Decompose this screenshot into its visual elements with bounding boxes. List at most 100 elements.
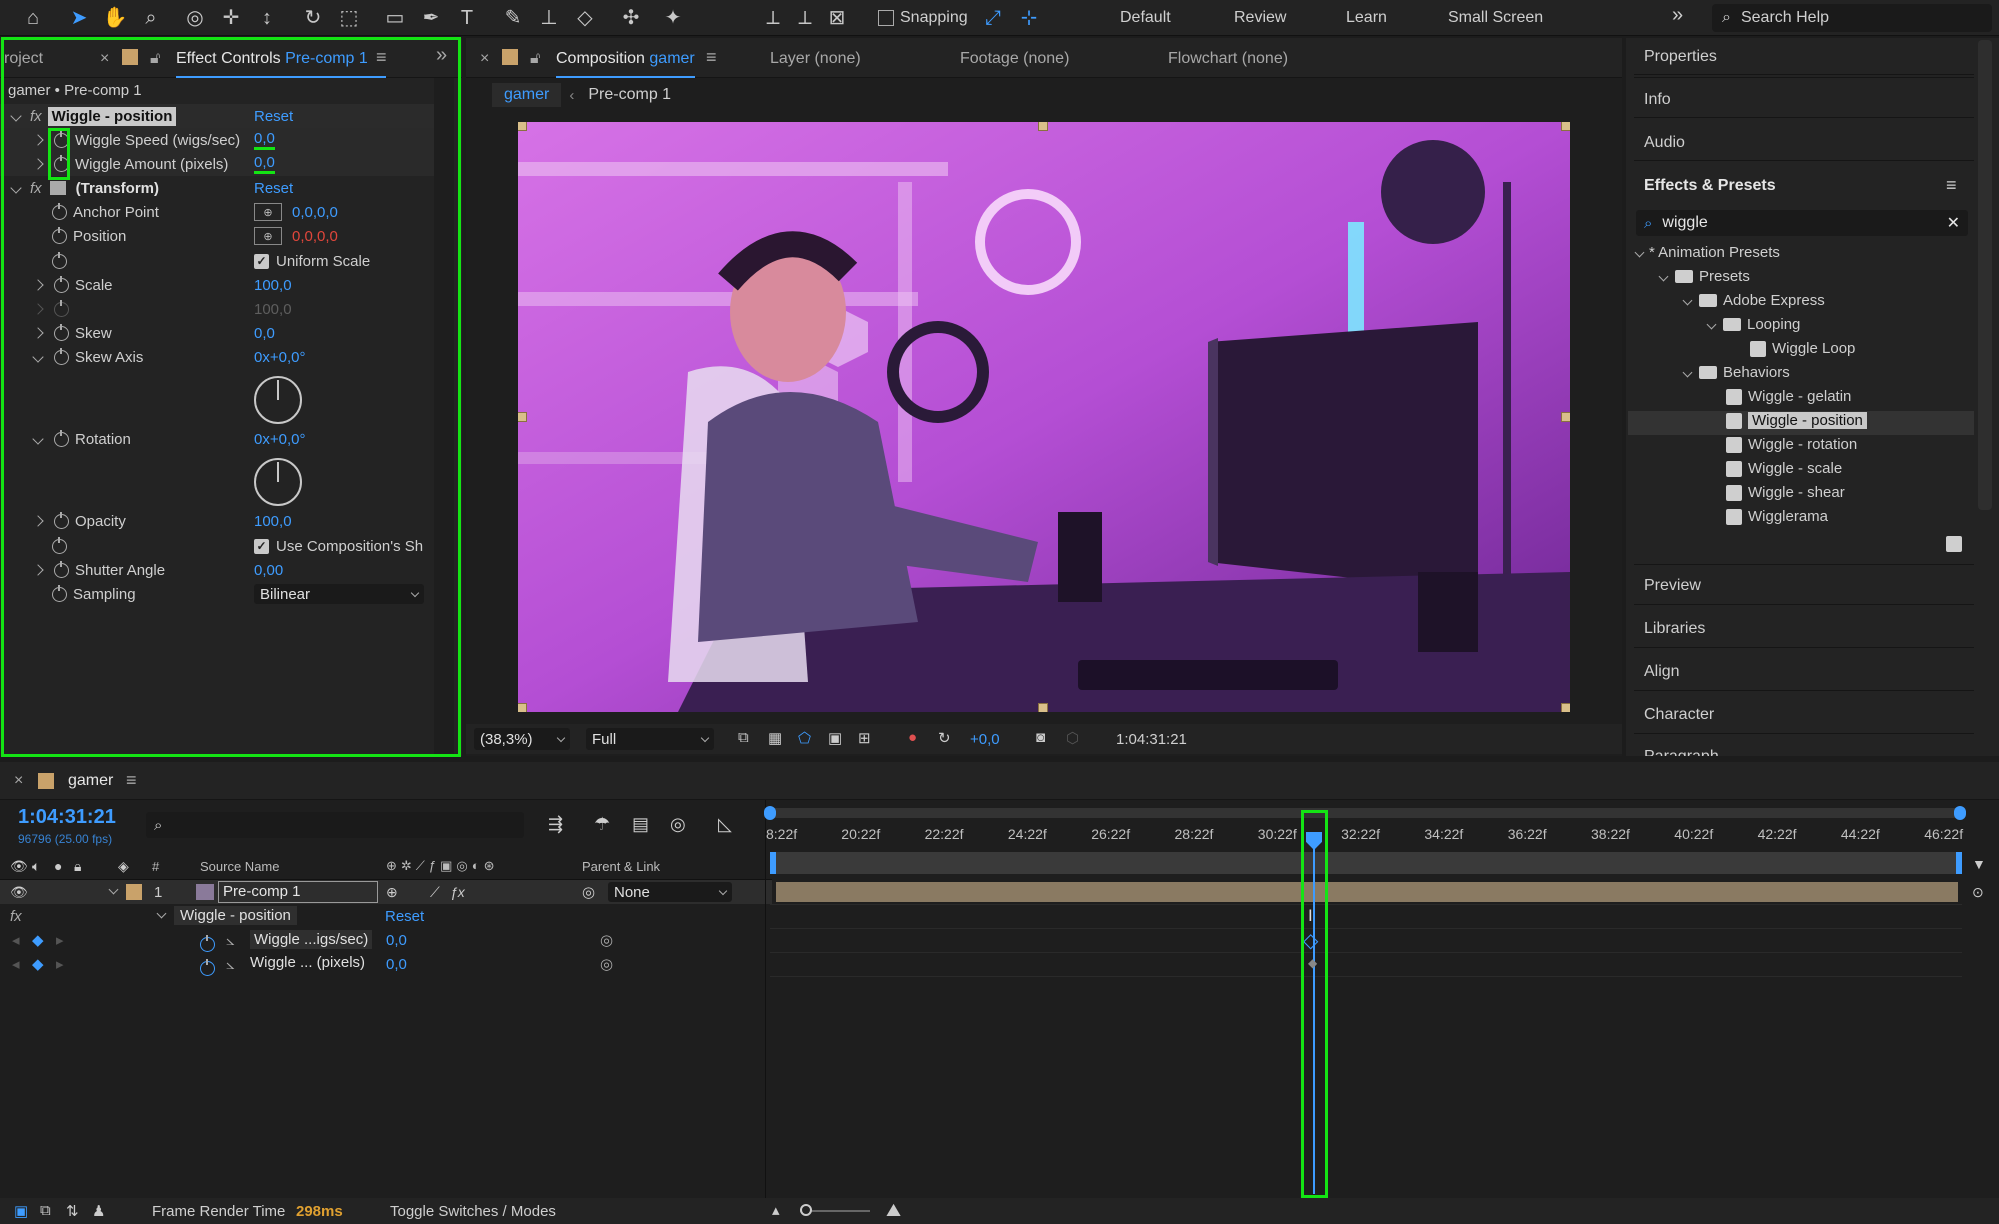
tab-timeline-gamer[interactable]: gamer [68,772,113,790]
effect-transform-header[interactable]: fx (Transform) Reset [0,176,440,200]
type-tool-icon[interactable]: T [454,5,480,31]
section-preview[interactable]: Preview [1644,577,1701,595]
tree-animation-presets[interactable]: * Animation Presets [1634,244,1780,261]
puppet-tool-icon[interactable]: ✦ [660,5,686,31]
position-value[interactable]: 0,0,0,0 [292,228,338,245]
stopwatch-icon[interactable] [54,130,69,148]
section-align[interactable]: Align [1644,663,1680,681]
tab-layer[interactable]: Layer (none) [770,50,861,68]
stopwatch-icon[interactable] [52,202,67,220]
hand-tool-icon[interactable]: ✋ [102,5,128,31]
axis-world-icon[interactable]: ⟂ [792,5,818,31]
effect-row-wiggle[interactable]: fx Wiggle - position Reset [0,904,772,928]
next-keyframe-icon[interactable]: ▸ [56,955,64,973]
navigator-start-handle[interactable] [764,806,776,820]
transform-handle[interactable] [518,412,527,422]
selection-tool-icon[interactable]: ➤ [66,5,92,31]
layer-duration-bar[interactable] [776,882,1958,902]
transform-handle[interactable] [1561,122,1570,131]
fx-icon[interactable]: fx [30,108,42,125]
use-comp-shutter-checkbox[interactable]: ✓ [254,538,269,554]
solo-icon[interactable]: ● [54,858,62,874]
workspace-review[interactable]: Review [1234,9,1286,27]
workspace-default[interactable]: Default [1120,9,1171,27]
reset-wiggle-link[interactable]: Reset [254,108,293,125]
keyframe-marker-icon[interactable]: ◆ [1308,956,1317,970]
collapse-caret-icon[interactable] [32,351,44,363]
expand-caret-icon[interactable] [32,327,44,339]
resolution-dropdown[interactable]: Full [586,728,714,750]
dolly-camera-icon[interactable]: ↕ [254,5,280,31]
workspace-small-screen[interactable]: Small Screen [1448,9,1543,27]
prop-scale[interactable]: Scale 100,0 [0,273,440,297]
shy-switch-icon[interactable]: ⊕ [386,884,398,901]
collapse-caret-icon[interactable] [1634,247,1645,258]
stopwatch-icon[interactable] [54,275,69,293]
transform-handle[interactable] [1038,703,1048,712]
rotate-tool-icon[interactable]: ↻ [300,5,326,31]
section-paragraph[interactable]: Paragraph [1644,748,1719,756]
stopwatch-icon[interactable] [52,536,67,554]
collapse-caret-icon[interactable] [156,908,167,919]
roto-brush-tool-icon[interactable]: ✣ [618,5,644,31]
stopwatch-icon[interactable] [200,958,215,976]
expression-pickwhip-icon[interactable]: ◎ [600,931,613,949]
tree-behaviors[interactable]: Behaviors [1682,364,1790,381]
prop-wiggle-amount[interactable]: Wiggle Amount (pixels) 0,0 [0,152,440,176]
expand-caret-icon[interactable] [32,158,44,170]
pan-camera-icon[interactable]: ✛ [218,5,244,31]
transform-handle[interactable] [1038,122,1048,131]
tab-footage[interactable]: Footage (none) [960,50,1069,68]
axis-local-icon[interactable]: ⟂ [760,5,786,31]
exposure-value[interactable]: +0,0 [970,731,1000,748]
prop-uniform-scale[interactable]: ✓ Uniform Scale [0,249,440,273]
stopwatch-icon[interactable] [54,347,69,365]
crosshair-icon[interactable]: ⊕ [254,203,282,221]
stopwatch-icon[interactable] [54,154,69,172]
effects-switch-icon[interactable]: ƒx [450,884,465,900]
collapse-caret-icon[interactable] [1658,271,1669,282]
wiggle-amount-value[interactable]: 0,0 [254,154,275,174]
timeline-prop-wiggle-speed[interactable]: ◂ ◆ ▸ ⦣ Wiggle ...igs/sec) 0,0 ◎ [0,928,772,952]
show-snapshot-icon[interactable]: ⬡ [1066,729,1079,747]
tree-preset-item[interactable]: Wigglerama [1726,508,1828,525]
breadcrumb-gamer[interactable]: gamer [492,83,562,107]
timeline-search-input[interactable]: ⌕ [146,812,524,838]
expand-caret-icon[interactable] [32,279,44,291]
tab-effect-controls[interactable]: Effect Controls Pre-comp 1 [176,50,386,78]
timeline-timecode[interactable]: 1:04:31:21 [18,806,116,829]
prev-keyframe-icon[interactable]: ◂ [12,931,20,949]
zoom-tool-icon[interactable]: ⌕ [138,5,164,31]
label-tag-icon[interactable]: ◈ [118,858,129,875]
timeline-prop-wiggle-amount[interactable]: ◂ ◆ ▸ ⦣ Wiggle ... (pixels) 0,0 ◎ [0,952,772,976]
fx-icon[interactable]: fx [30,180,42,197]
stopwatch-icon[interactable] [54,429,69,447]
keyframe-diamond-icon[interactable]: ◆ [32,955,44,973]
tree-preset-item[interactable]: Wiggle - shear [1726,484,1845,501]
layer-name-field[interactable]: Pre-comp 1 [218,881,378,903]
collapse-caret-icon[interactable] [108,884,119,895]
reset-exposure-icon[interactable]: ↻ [938,729,951,747]
expand-panels-icon[interactable]: » [436,44,447,67]
effects-presets-title[interactable]: Effects & Presets [1644,177,1776,195]
effect-name-transform[interactable]: (Transform) [76,180,159,197]
section-libraries[interactable]: Libraries [1644,620,1705,638]
anchor-point-value[interactable]: 0,0,0,0 [292,204,338,221]
composition-viewer[interactable] [518,122,1570,712]
pen-tool-icon[interactable]: ✒ [418,5,444,31]
stopwatch-icon[interactable] [54,560,69,578]
transform-handle[interactable] [518,122,527,131]
keyframe-marker-icon[interactable]: ◇ [1303,928,1318,953]
tab-composition[interactable]: Composition gamer [556,50,695,78]
lock-icon[interactable]: 🔓︎ [530,50,540,68]
layer-color-swatch[interactable] [126,884,142,900]
comp-button-icon[interactable]: ⊙ [1972,884,1984,901]
breadcrumb-precomp[interactable]: Pre-comp 1 [588,86,671,104]
playhead-line[interactable] [1313,832,1315,1194]
clone-stamp-tool-icon[interactable]: ⊥ [536,5,562,31]
snapping-checkbox[interactable] [878,10,894,26]
quality-switch-icon[interactable]: ⟋ [430,884,440,901]
right-panel-scrollbar[interactable] [1978,40,1992,510]
effect-name-wiggle[interactable]: Wiggle - position [47,106,177,126]
prop-skew-axis[interactable]: Skew Axis 0x+0,0° [0,345,440,369]
